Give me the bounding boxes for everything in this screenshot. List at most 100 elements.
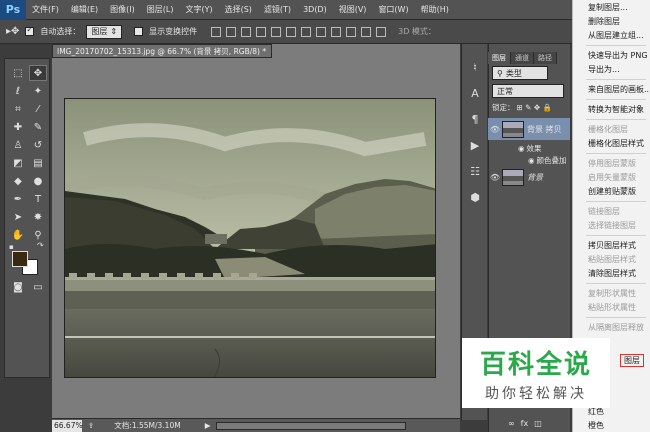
align-middle-icon[interactable] [226,26,237,37]
dodge-tool-icon[interactable]: ● [29,173,47,189]
menu-edit[interactable]: 编辑(E) [65,4,104,15]
highlighted-item-label: 图层 [624,356,640,365]
image-canvas[interactable] [64,98,436,378]
3d-panel-icon[interactable]: ⬢ [466,188,484,206]
visibility-eye-icon[interactable]: ◉ [528,156,535,165]
eraser-tool-icon[interactable]: ◩ [9,155,27,171]
link-layers-icon[interactable]: ∞ [508,419,515,428]
menu-image[interactable]: 图像(I) [104,4,141,15]
auto-select-dropdown[interactable]: 图层 ⇕ [86,24,123,39]
zoom-level-field[interactable]: 66.67% [52,419,83,432]
menu-item-duplicate-layer[interactable]: 复制图层... [588,2,628,13]
actions-panel-icon[interactable]: ▶ [466,136,484,154]
crop-tool-icon[interactable]: ⌗ [9,101,27,117]
menu-separator [586,317,646,318]
layer-row-background-copy[interactable]: 👁 背景 拷贝 [488,118,570,140]
path-selection-tool-icon[interactable]: ➤ [9,209,27,225]
auto-select-checkbox[interactable] [25,27,35,36]
menu-select[interactable]: 选择(S) [219,4,258,15]
menu-item-group-from-layers[interactable]: 从图层建立组... [588,30,644,41]
blend-mode-value: 正常 [497,86,513,96]
eyedropper-tool-icon[interactable]: ⁄ [29,101,47,117]
align-top-icon[interactable] [211,26,222,37]
menu-item-delete-layer[interactable]: 删除图层 [588,16,620,27]
add-mask-icon[interactable]: ◫ [534,419,542,428]
magic-wand-tool-icon[interactable]: ✦ [29,83,47,99]
effects-icon: ◉ [518,143,525,153]
menu-item-export-as[interactable]: 导出为... [588,64,620,75]
hand-tool-icon[interactable]: ✋ [9,227,27,243]
horizontal-scrollbar[interactable] [216,421,407,430]
history-brush-tool-icon[interactable]: ↺ [29,137,47,153]
properties-panel-icon[interactable]: ☷ [466,162,484,180]
distribute-bottom-icon[interactable] [331,26,342,37]
menu-item-copy-layer-style[interactable]: 拷贝图层样式 [588,240,636,251]
menu-item-clear-layer-style[interactable]: 清除图层样式 [588,268,636,279]
align-bottom-icon[interactable] [241,26,252,37]
distribute-top-icon[interactable] [301,26,312,37]
tab-paths[interactable]: 路径 [534,52,557,64]
lasso-tool-icon[interactable]: ℓ [9,83,27,99]
export-icon[interactable]: ⇪ [88,421,94,430]
layer-name[interactable]: 背景 [527,172,543,183]
foreground-color-swatch[interactable] [12,251,28,267]
visibility-eye-icon[interactable]: 👁 [488,173,502,182]
menu-view[interactable]: 视图(V) [333,4,373,15]
menu-item-color-orange[interactable]: 橙色 [588,420,604,431]
visibility-eye-icon[interactable]: 👁 [488,125,502,134]
history-panel-icon[interactable]: ♮ [466,58,484,76]
3d-mode-label: 3D 模式： [398,27,436,36]
menu-help[interactable]: 帮助(H) [415,4,455,15]
pen-tool-icon[interactable]: ✒ [9,191,27,207]
menu-layer[interactable]: 图层(L) [141,4,180,15]
show-transform-checkbox[interactable] [134,27,144,36]
menu-item-highlighted[interactable]: 图层 [620,354,644,367]
layer-kind-dropdown[interactable]: ⚲ 类型 [492,66,548,80]
menu-item-rasterize-layer-style[interactable]: 栅格化图层样式 [588,138,644,149]
layer-effect-item[interactable]: ◉ 颜色叠加 [488,154,570,166]
menu-item-create-clipping-mask[interactable]: 创建剪贴蒙版 [588,186,636,197]
default-colors-icon[interactable]: ▪ [9,243,14,251]
layer-name[interactable]: 背景 拷贝 [527,124,562,135]
menu-type[interactable]: 文字(Y) [179,4,218,15]
move-tool-icon[interactable]: ▸✥ [6,26,19,37]
layer-style-icon[interactable]: fx [521,419,529,428]
menu-3d[interactable]: 3D(D) [297,5,333,14]
menu-filter[interactable]: 滤镜(T) [258,4,297,15]
blend-mode-dropdown[interactable]: 正常 [492,84,564,98]
clone-stamp-tool-icon[interactable]: ♙ [9,137,27,153]
paragraph-panel-icon[interactable]: ¶ [466,110,484,128]
distribute-middle-icon[interactable] [316,26,327,37]
status-menu-arrow-icon[interactable]: ▶ [205,421,211,430]
character-panel-icon[interactable]: A [466,84,484,102]
tab-layers[interactable]: 图层 [488,52,511,64]
menu-item-quick-export-png[interactable]: 快速导出为 PNG [588,50,648,61]
distribute-left-icon[interactable] [346,26,357,37]
blur-tool-icon[interactable]: ◆ [9,173,27,189]
screen-mode-icon[interactable]: ▭ [29,279,47,295]
menu-separator [586,283,646,284]
menu-file[interactable]: 文件(F) [26,4,65,15]
healing-brush-tool-icon[interactable]: ✚ [9,119,27,135]
swap-colors-icon[interactable]: ↷ [37,241,44,250]
menu-item-artboard-from-layers[interactable]: 来自图层的画板... [588,84,650,95]
shape-tool-icon[interactable]: ✸ [29,209,47,225]
marquee-tool-icon[interactable]: ⬚ [9,65,27,81]
close-tab-icon[interactable]: × [270,47,271,56]
align-center-icon[interactable] [271,26,282,37]
menu-window[interactable]: 窗口(W) [372,4,414,15]
type-tool-icon[interactable]: T [29,191,47,207]
align-left-icon[interactable] [256,26,267,37]
distribute-right-icon[interactable] [376,26,387,37]
gradient-tool-icon[interactable]: ▤ [29,155,47,171]
tab-channels[interactable]: 通道 [511,52,534,64]
brush-tool-icon[interactable]: ✎ [29,119,47,135]
lock-pixels-icon[interactable]: ⊞ ✎ ✥ 🔒 [517,103,552,112]
document-tab[interactable]: IMG_20170702_15313.jpg @ 66.7% (背景 拷贝, R… [52,44,272,58]
align-right-icon[interactable] [286,26,297,37]
quick-mask-icon[interactable]: ◙ [9,279,27,295]
distribute-center-icon[interactable] [361,26,372,37]
menu-item-convert-smart-object[interactable]: 转换为智能对象 [588,104,644,115]
layer-row-background[interactable]: 👁 背景 [488,166,570,188]
move-tool-icon[interactable]: ✥ [29,65,47,81]
